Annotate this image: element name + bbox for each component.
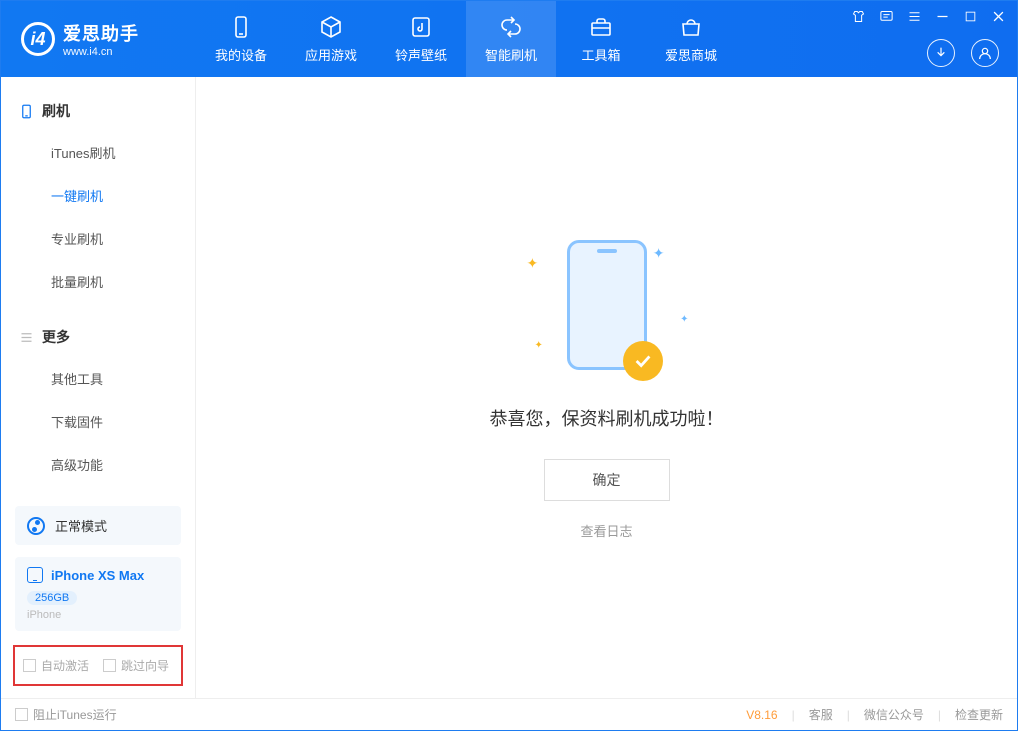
update-link[interactable]: 检查更新 (955, 706, 1003, 723)
nav-label: 铃声壁纸 (395, 45, 447, 64)
checkbox-icon (15, 708, 28, 721)
maximize-icon[interactable] (961, 7, 979, 25)
view-log-link[interactable]: 查看日志 (580, 521, 632, 540)
support-link[interactable]: 客服 (809, 706, 833, 723)
phone-icon (229, 15, 253, 39)
separator: | (938, 708, 941, 722)
device-name: iPhone XS Max (51, 568, 144, 583)
version-label: V8.16 (746, 708, 777, 722)
nav-label: 工具箱 (581, 45, 620, 64)
nav-tab-store[interactable]: 爱思商城 (646, 1, 736, 77)
checkbox-icon (23, 659, 36, 672)
mode-card[interactable]: 正常模式 (15, 506, 181, 545)
sparkle-icon: ✦ (535, 340, 543, 351)
sidebar-item-oneclick[interactable]: 一键刷机 (1, 174, 195, 217)
sidebar-item-pro[interactable]: 专业刷机 (1, 217, 195, 260)
nav-label: 爱思商城 (665, 45, 717, 64)
download-button[interactable] (927, 39, 955, 67)
nav-tab-rings[interactable]: 铃声壁纸 (376, 1, 466, 77)
store-icon (679, 15, 703, 39)
checkbox-icon (103, 659, 116, 672)
logo-url: www.i4.cn (63, 46, 139, 58)
box-icon (319, 15, 343, 39)
app-window: i4 爱思助手 www.i4.cn 我的设备 应用游戏 铃声壁纸 智能刷机 (0, 0, 1018, 731)
nav-tab-device[interactable]: 我的设备 (196, 1, 286, 77)
sidebar-group-flash: 刷机 iTunes刷机 一键刷机 专业刷机 批量刷机 (1, 77, 195, 303)
success-message: 恭喜您，保资料刷机成功啦！ (490, 405, 724, 431)
nav-tabs: 我的设备 应用游戏 铃声壁纸 智能刷机 工具箱 爱思商城 (196, 1, 736, 77)
group-title: 刷机 (42, 101, 70, 121)
body: 刷机 iTunes刷机 一键刷机 专业刷机 批量刷机 更多 其他工具 下载固件 … (1, 77, 1017, 698)
nav-label: 应用游戏 (305, 45, 357, 64)
nav-label: 我的设备 (215, 45, 267, 64)
sidebar-item-batch[interactable]: 批量刷机 (1, 260, 195, 303)
nav-label: 智能刷机 (485, 45, 537, 64)
nav-tab-apps[interactable]: 应用游戏 (286, 1, 376, 77)
logo-title: 爱思助手 (63, 20, 139, 46)
nav-tab-tools[interactable]: 工具箱 (556, 1, 646, 77)
success-illustration: ✦ ✦ ✦ ✦ (507, 235, 707, 375)
sparkle-icon: ✦ (680, 314, 688, 325)
ok-button[interactable]: 确定 (544, 459, 670, 501)
logo-icon: i4 (21, 22, 55, 56)
close-icon[interactable] (989, 7, 1007, 25)
toolbox-icon (589, 15, 613, 39)
menu-icon[interactable] (905, 7, 923, 25)
feedback-icon[interactable] (877, 7, 895, 25)
music-icon (409, 15, 433, 39)
checkbox-highlight-row: 自动激活 跳过向导 (13, 645, 183, 686)
group-title: 更多 (42, 327, 70, 347)
list-icon (19, 330, 34, 345)
logo-area: i4 爱思助手 www.i4.cn (1, 1, 196, 77)
storage-badge: 256GB (27, 591, 77, 605)
wechat-link[interactable]: 微信公众号 (864, 706, 924, 723)
shirt-icon[interactable] (849, 7, 867, 25)
nav-tab-flash[interactable]: 智能刷机 (466, 1, 556, 77)
checkbox-label: 阻止iTunes运行 (33, 706, 117, 723)
checkbox-skip-guide[interactable]: 跳过向导 (103, 657, 169, 674)
sidebar-group-header: 更多 (1, 321, 195, 357)
minimize-icon[interactable] (933, 7, 951, 25)
sidebar-item-advanced[interactable]: 高级功能 (1, 443, 195, 486)
header-actions (927, 39, 999, 67)
sidebar: 刷机 iTunes刷机 一键刷机 专业刷机 批量刷机 更多 其他工具 下载固件 … (1, 77, 196, 698)
checkbox-label: 跳过向导 (121, 657, 169, 674)
logo-text: 爱思助手 www.i4.cn (63, 20, 139, 58)
mode-label: 正常模式 (55, 516, 107, 535)
checkbox-block-itunes[interactable]: 阻止iTunes运行 (15, 706, 117, 723)
window-controls (849, 7, 1007, 25)
refresh-icon (499, 15, 523, 39)
separator: | (847, 708, 850, 722)
mode-icon (27, 517, 45, 535)
sparkle-icon: ✦ (527, 255, 539, 272)
phone-small-icon (19, 104, 34, 119)
sidebar-item-itunes[interactable]: iTunes刷机 (1, 131, 195, 174)
header: i4 爱思助手 www.i4.cn 我的设备 应用游戏 铃声壁纸 智能刷机 (1, 1, 1017, 77)
main-content: ✦ ✦ ✦ ✦ 恭喜您，保资料刷机成功啦！ 确定 查看日志 (196, 77, 1017, 698)
footer: 阻止iTunes运行 V8.16 | 客服 | 微信公众号 | 检查更新 (1, 698, 1017, 730)
separator: | (792, 708, 795, 722)
sidebar-group-header: 刷机 (1, 95, 195, 131)
checkbox-auto-activate[interactable]: 自动激活 (23, 657, 89, 674)
sidebar-item-other[interactable]: 其他工具 (1, 357, 195, 400)
device-card[interactable]: iPhone XS Max 256GB iPhone (15, 557, 181, 631)
checkbox-label: 自动激活 (41, 657, 89, 674)
user-button[interactable] (971, 39, 999, 67)
device-type: iPhone (27, 609, 169, 621)
check-badge-icon (623, 341, 663, 381)
footer-right: V8.16 | 客服 | 微信公众号 | 检查更新 (746, 706, 1003, 723)
sidebar-item-firmware[interactable]: 下载固件 (1, 400, 195, 443)
device-icon (27, 567, 43, 583)
sparkle-icon: ✦ (653, 245, 665, 262)
sidebar-group-more: 更多 其他工具 下载固件 高级功能 (1, 303, 195, 486)
